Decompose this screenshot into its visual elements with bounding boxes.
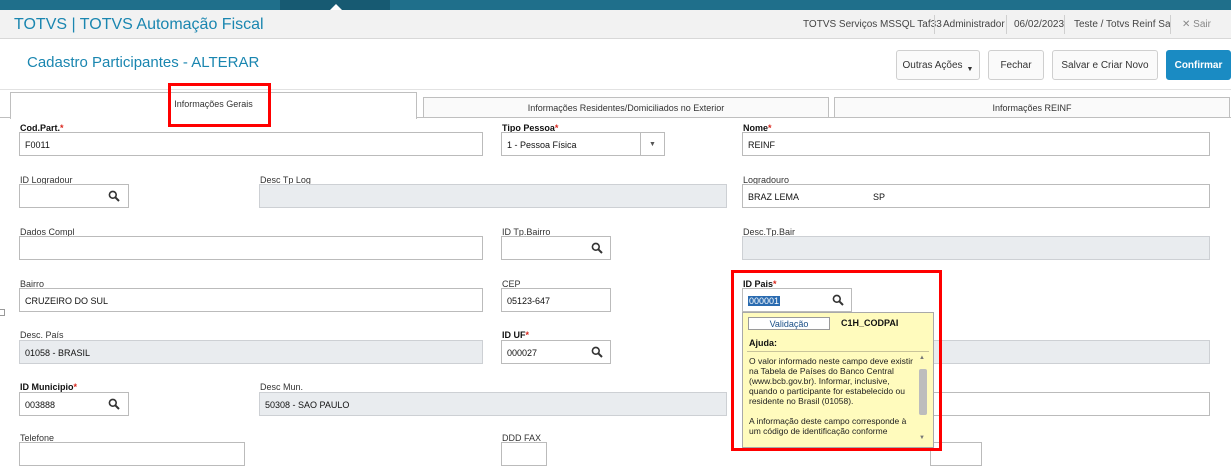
divider bbox=[1006, 15, 1007, 34]
logradouro-input[interactable]: BRAZ LEMA SP bbox=[742, 184, 1210, 208]
annotation-highlight-box bbox=[731, 270, 942, 451]
desc-pais-input: 01058 - BRASIL bbox=[19, 340, 483, 364]
chevron-down-icon: ▼ bbox=[966, 65, 974, 73]
tab-residentes-exterior[interactable]: Informações Residentes/Domiciliados no E… bbox=[423, 97, 829, 117]
cod-part-input[interactable]: F0011 bbox=[19, 132, 483, 156]
annotation-highlight-box bbox=[168, 83, 271, 127]
tab-underline bbox=[417, 117, 1231, 118]
title-bar: TOTVS | TOTVS Automação Fiscal TOTVS Ser… bbox=[0, 10, 1231, 39]
divider bbox=[1064, 15, 1065, 34]
search-icon[interactable] bbox=[108, 190, 120, 202]
exit-label: Sair bbox=[1193, 19, 1211, 30]
id-uf-label: ID UF* bbox=[502, 330, 530, 340]
tab-underline bbox=[0, 117, 10, 118]
nome-input[interactable]: REINF bbox=[742, 132, 1210, 156]
other-actions-button[interactable]: Outras Ações ▼ bbox=[896, 50, 980, 80]
id-municipio-label: ID Municipio* bbox=[20, 382, 78, 392]
user-label[interactable]: Administrador bbox=[943, 19, 1005, 30]
desc-tp-log-input bbox=[259, 184, 727, 208]
environment-label: TOTVS Serviços MSSQL Taf33 bbox=[803, 19, 942, 30]
other-actions-label: Outras Ações bbox=[902, 59, 963, 71]
cep-input[interactable]: 05123-647 bbox=[501, 288, 611, 312]
desc-mun-label: Desc Mun. bbox=[260, 382, 304, 392]
desc-mun-input: 50308 - SAO PAULO bbox=[259, 392, 727, 416]
save-and-new-button[interactable]: Salvar e Criar Novo bbox=[1052, 50, 1158, 80]
logradouro-value: BRAZ LEMA bbox=[748, 192, 800, 202]
confirm-button[interactable]: Confirmar bbox=[1166, 50, 1231, 80]
ddd-fax-input[interactable] bbox=[501, 442, 547, 466]
divider bbox=[934, 15, 935, 34]
search-icon[interactable] bbox=[591, 242, 603, 254]
chevron-down-icon[interactable]: ▼ bbox=[640, 133, 664, 155]
logradouro-state: SP bbox=[873, 192, 886, 202]
search-icon[interactable] bbox=[108, 398, 120, 410]
resize-handle[interactable] bbox=[0, 309, 5, 316]
desc-tp-bair-input bbox=[742, 236, 1210, 260]
page-title: Cadastro Participantes - ALTERAR bbox=[27, 54, 260, 71]
close-button[interactable]: Fechar bbox=[988, 50, 1044, 80]
bairro-input[interactable]: CRUZEIRO DO SUL bbox=[19, 288, 483, 312]
company-label[interactable]: Teste / Totvs Reinf Sa bbox=[1074, 19, 1171, 30]
app-title: TOTVS | TOTVS Automação Fiscal bbox=[14, 16, 264, 33]
tipo-pessoa-value: 1 - Pessoa Física bbox=[507, 140, 577, 150]
window-top-strip bbox=[0, 0, 1231, 10]
dados-compl-input[interactable] bbox=[19, 236, 483, 260]
tab-informacoes-reinf[interactable]: Informações REINF bbox=[834, 97, 1230, 117]
caret-up-icon bbox=[330, 4, 342, 10]
date-label: 06/02/2023 bbox=[1014, 19, 1065, 30]
exit-button[interactable]: ✕ Sair bbox=[1182, 19, 1211, 30]
close-icon: ✕ bbox=[1182, 19, 1191, 30]
divider bbox=[1170, 15, 1171, 34]
search-icon[interactable] bbox=[591, 346, 603, 358]
tipo-pessoa-select[interactable]: 1 - Pessoa Física ▼ bbox=[501, 132, 665, 156]
telefone-input[interactable] bbox=[19, 442, 245, 466]
desc-pais-label: Desc. País bbox=[20, 330, 64, 340]
